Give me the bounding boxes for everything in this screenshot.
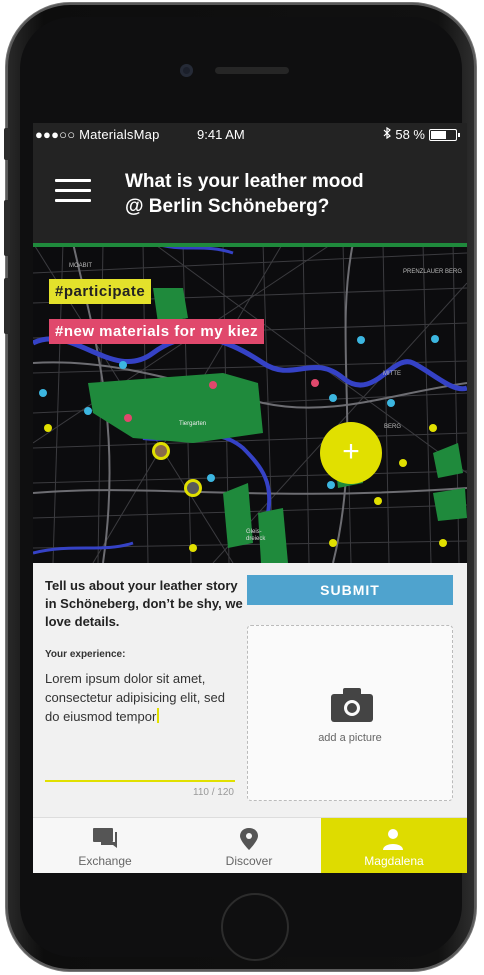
textarea-underline <box>45 780 235 782</box>
submit-button[interactable]: SUBMIT <box>247 575 453 605</box>
story-form: Tell us about your leather story in Schö… <box>33 563 467 817</box>
app-screen: ●●●○○ MaterialsMap 9:41 AM 58 % What is … <box>33 123 467 873</box>
chat-icon <box>93 828 117 848</box>
add-entry-button[interactable]: + <box>320 422 382 484</box>
map-label-tiergarten: Tiergarten <box>179 421 207 427</box>
volume-up-button <box>4 200 10 256</box>
tab-discover[interactable]: Discover <box>177 818 321 873</box>
status-time: 9:41 AM <box>197 127 245 142</box>
hamburger-icon[interactable] <box>55 177 91 205</box>
tab-profile-label: Magdalena <box>364 854 424 868</box>
carrier-label: ●●●○○ MaterialsMap <box>35 127 160 142</box>
add-picture-dropzone[interactable]: add a picture <box>247 625 453 801</box>
text-caret <box>157 708 160 723</box>
map-label-gleisdreieck: Gleis- dreieck <box>246 529 266 542</box>
experience-label: Your experience: <box>45 649 126 660</box>
status-bar: ●●●○○ MaterialsMap 9:41 AM 58 % <box>33 123 467 145</box>
bottom-tab-bar: Exchange Discover Magdalena <box>33 817 467 873</box>
earpiece-speaker <box>215 67 289 74</box>
location-pin-icon <box>240 828 258 850</box>
map-label-prenzlauer-berg: PRENZLAUER BERG <box>403 269 463 275</box>
tab-profile[interactable]: Magdalena <box>321 818 467 873</box>
character-counter: 110 / 120 <box>193 787 234 798</box>
page-title: What is your leather mood @ Berlin Schön… <box>125 171 364 217</box>
map-label-berg: BERG <box>384 424 402 430</box>
plus-icon: + <box>342 435 360 468</box>
camera-icon <box>331 688 373 722</box>
tab-exchange-label: Exchange <box>78 854 132 868</box>
tag-participate[interactable]: #participate <box>49 279 152 304</box>
add-picture-label: add a picture <box>318 732 382 744</box>
bluetooth-icon <box>383 126 392 142</box>
volume-down-button <box>4 278 10 334</box>
map-label-moabit: MOABIT <box>69 263 93 269</box>
city-map[interactable]: MOABIT PRENZLAUER BERG MITTE Tiergarten … <box>33 243 467 563</box>
mute-switch <box>4 128 10 160</box>
map-label-mitte: MITTE <box>383 371 401 377</box>
home-button[interactable] <box>221 893 289 961</box>
experience-text: Lorem ipsum dolor sit amet, consectetur … <box>45 671 225 724</box>
status-right: 58 % <box>383 126 460 142</box>
tag-new-materials[interactable]: #new materials for my kiez <box>49 319 265 344</box>
app-header: What is your leather mood @ Berlin Schön… <box>33 145 467 243</box>
battery-icon <box>429 128 460 141</box>
experience-textarea[interactable]: Lorem ipsum dolor sit amet, consectetur … <box>45 669 240 726</box>
user-icon <box>383 829 403 850</box>
form-prompt: Tell us about your leather story in Schö… <box>45 578 243 629</box>
tab-discover-label: Discover <box>225 854 273 868</box>
tab-exchange[interactable]: Exchange <box>33 818 177 873</box>
front-camera <box>180 64 193 77</box>
battery-percent: 58 % <box>395 127 425 142</box>
